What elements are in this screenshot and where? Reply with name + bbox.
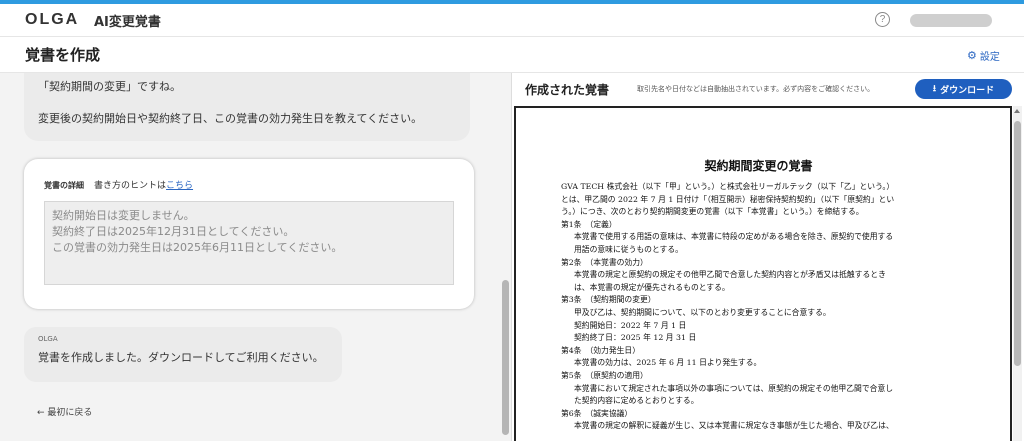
document-line: 契約終了日：2025 年 12 月 31 日 [574,333,697,343]
app-header: OLGA AI変更覚書 ? [0,4,1024,37]
olga-message: OLGA 覚書を作成しました。ダウンロードしてご利用ください。 [24,327,342,382]
document-body: GVA TECH 株式会社（以下「甲」という。）と株式会社リーガルテック（以下「… [561,181,956,433]
page-title: 覚書を作成 [25,46,101,64]
document-line: 本覚書の効力は、2025 年 6 月 11 日より発生する。 [574,358,762,368]
chat-panel: 「契約期間の変更」ですね。 変更後の契約開始日や契約終了日、この覚書の効力発生日… [0,73,511,441]
document-line: 第4条 （効力発生日） [561,345,641,355]
document-line: 第2条 （本覚書の効力） [561,257,648,267]
document-line: 本覚書の規定の解釈に疑義が生じ、又は本覚書に規定なき事態が生じた場合、甲及び乙は… [574,421,894,431]
preview-title: 作成された覚書 [525,83,610,97]
message-text: 覚書を作成しました。ダウンロードしてご利用ください。 [38,351,324,364]
document-line: 第1条 （定義） [561,219,617,229]
document-line: 本覚書の規定と原契約の規定その他甲乙間で合意した契約内容とが矛盾又は抵触するとき [574,270,886,280]
document-line: 第5条 （原契約の適用） [561,370,648,380]
document-line: は、本覚書の規定が優先されるものとする。 [574,282,730,292]
preview-scrollbar-thumb[interactable] [1014,121,1021,366]
detail-line: 契約終了日は2025年12月31日としてください。 [52,225,295,238]
document-line: 契約開始日：2022 年 7 月 1 日 [574,320,687,330]
document-line: 本覚書で使用する用語の意味は、本覚書に特段の定めがある場合を除き、原契約で使用す… [574,232,894,242]
document-line: 第3条 （契約期間の変更） [561,295,656,305]
download-button[interactable]: ⭳ ダウンロード [915,79,1012,99]
chat-scrollbar-thumb[interactable] [502,280,509,435]
download-label: ダウンロード [940,85,995,96]
page-header: 覚書を作成 ⚙ 設定 [0,37,1024,73]
message-line: 変更後の契約開始日や契約終了日、この覚書の効力発生日を教えてください。 [38,112,423,125]
details-hint: 書き方のヒントはこちら [94,181,194,191]
detail-line: この覚書の効力発生日は2025年6月11日としてください。 [52,241,343,254]
scroll-up-icon[interactable] [1014,109,1020,113]
hint-link[interactable]: こちら [166,181,193,191]
document-line: とは、甲乙間の 2022 年 7 月 1 日付け「（相互開示）秘密保持契約契約」… [561,194,895,204]
gear-icon: ⚙ [967,49,977,62]
details-title: 覚書の詳細 [44,181,84,190]
question-circle-icon[interactable]: ? [875,12,890,27]
detail-line: 契約開始日は変更しません。 [52,209,195,222]
preview-panel: 作成された覚書 取引先名や日付などは自動抽出されています。必ず内容をご確認くださ… [512,73,1024,441]
document-line: う。）につき、次のとおり契約期間変更の覚書（以下「本覚書」という。）を締結する。 [561,207,864,217]
document-title: 契約期間変更の覚書 [704,159,813,173]
preview-note: 取引先名や日付などは自動抽出されています。必ず内容をご確認ください。 [637,85,875,93]
details-header: 覚書の詳細 書き方のヒントはこちら [44,178,193,191]
settings-button[interactable]: ⚙ 設定 [967,48,1000,63]
document-preview: 契約期間変更の覚書 GVA TECH 株式会社（以下「甲」という。）と株式会社リ… [514,106,1012,441]
document-line: GVA TECH 株式会社（以下「甲」という。）と株式会社リーガルテック（以下「… [561,182,895,191]
document-line: 甲及び乙は、契約期間について、以下のとおり変更することに合意する。 [574,307,831,317]
olga-logo[interactable]: OLGA [25,11,79,29]
download-icon: ⭳ [932,84,937,94]
sender-name: OLGA [38,335,58,343]
user-menu[interactable] [910,14,992,27]
settings-label: 設定 [979,52,1000,63]
document-line: 用語の意味に従うものとする。 [574,244,683,254]
app-title: AI変更覚書 [94,15,161,30]
details-textarea[interactable]: 契約開始日は変更しません。 契約終了日は2025年12月31日としてください。 … [44,201,454,285]
memo-details-card: 覚書の詳細 書き方のヒントはこちら 契約開始日は変更しません。 契約終了日は20… [24,159,474,309]
message-line: 「契約期間の変更」ですね。 [38,80,181,93]
assistant-message: 「契約期間の変更」ですね。 変更後の契約開始日や契約終了日、この覚書の効力発生日… [24,73,470,141]
back-to-start-link[interactable]: ← 最初に戻る [37,405,92,418]
document-line: た契約内容に定めるとおりとする。 [574,396,699,406]
document-line: 第6条 （誠実協議） [561,408,633,418]
document-line: 本覚書において規定された事項以外の事項については、原契約の規定その他甲乙間で合意… [574,383,894,393]
